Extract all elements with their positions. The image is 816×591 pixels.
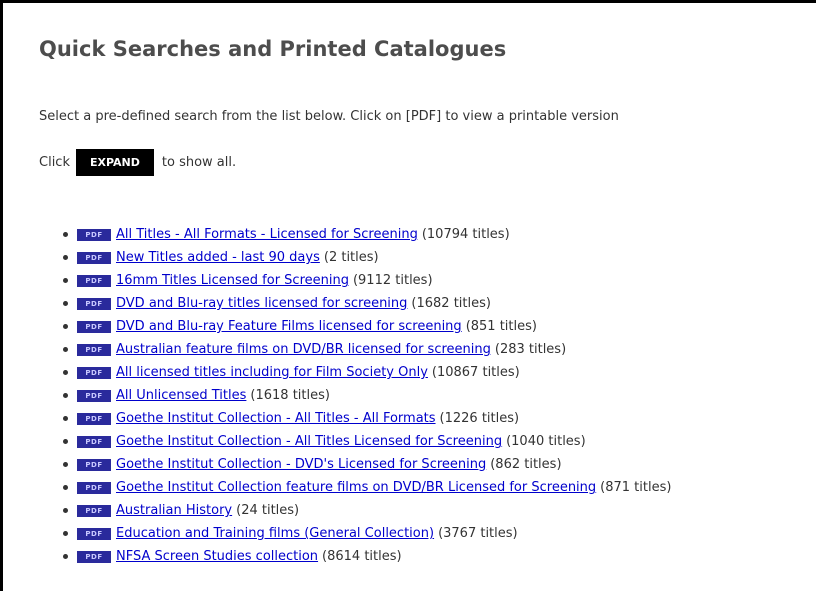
list-item: PDF New Titles added - last 90 days (2 tit… [63, 246, 671, 269]
list-item: PDF All Unlicensed Titles (1618 titles) [63, 384, 671, 407]
bullet-icon [63, 301, 68, 306]
search-link[interactable]: New Titles added - last 90 days [116, 250, 320, 265]
pdf-icon[interactable]: PDF [77, 274, 111, 287]
content-panel: Quick Searches and Printed Catalogues Se… [0, 0, 816, 591]
search-link[interactable]: Education and Training films (General Co… [116, 526, 434, 541]
pdf-icon[interactable]: PDF [77, 504, 111, 517]
search-link[interactable]: Australian feature films on DVD/BR licen… [116, 342, 491, 357]
title-count: (10867 titles) [431, 365, 520, 380]
pdf-icon[interactable]: PDF [77, 366, 111, 379]
search-link[interactable]: DVD and Blu-ray titles licensed for scre… [116, 296, 407, 311]
pdf-icon[interactable]: PDF [77, 481, 111, 494]
pdf-icon[interactable]: PDF [77, 320, 111, 333]
title-count: (871 titles) [600, 480, 672, 495]
pdf-icon[interactable]: PDF [77, 343, 111, 356]
pdf-icon[interactable]: PDF [77, 251, 111, 264]
pdf-icon[interactable]: PDF [77, 435, 111, 448]
list-item: PDF 16mm Titles Licensed for Screening (91… [63, 269, 671, 292]
search-link[interactable]: DVD and Blu-ray Feature Films licensed f… [116, 319, 462, 334]
pdf-icon[interactable]: PDF [77, 527, 111, 540]
title-count: (2 titles) [323, 250, 379, 265]
bullet-icon [63, 485, 68, 490]
list-item: PDF Goethe Institut Collection feature fi… [63, 476, 671, 499]
search-link[interactable]: All licensed titles including for Film S… [116, 365, 428, 380]
search-link[interactable]: Goethe Institut Collection feature films… [116, 480, 596, 495]
bullet-icon [63, 255, 68, 260]
bullet-icon [63, 531, 68, 536]
search-link[interactable]: Australian History [116, 503, 232, 518]
title-count: (862 titles) [490, 457, 562, 472]
search-link[interactable]: 16mm Titles Licensed for Screening [116, 273, 349, 288]
search-link[interactable]: Goethe Institut Collection - All Titles … [116, 434, 502, 449]
pdf-icon[interactable]: PDF [77, 458, 111, 471]
list-item: PDF All licensed titles including for Fil… [63, 361, 671, 384]
pdf-icon[interactable]: PDF [77, 297, 111, 310]
title-count: (851 titles) [465, 319, 537, 334]
list-item: PDF DVD and Blu-ray titles licensed for s… [63, 292, 671, 315]
list-item: PDF NFSA Screen Studies collection (8614 t… [63, 545, 671, 568]
bullet-icon [63, 508, 68, 513]
title-count: (1682 titles) [411, 296, 491, 311]
list-item: PDF All Titles - All Formats - Licensed f… [63, 223, 671, 246]
bullet-icon [63, 347, 68, 352]
title-count: (3767 titles) [438, 526, 518, 541]
title-count: (1226 titles) [439, 411, 520, 426]
intro-text: Select a pre-defined search from the lis… [39, 109, 619, 124]
search-list: PDF All Titles - All Formats - Licensed f… [63, 223, 671, 568]
bullet-icon [63, 416, 68, 421]
title-count: (1040 titles) [506, 434, 586, 449]
pdf-icon[interactable]: PDF [77, 412, 111, 425]
list-item: PDF DVD and Blu-ray Feature Films license… [63, 315, 671, 338]
list-item: PDF Education and Training films (General… [63, 522, 671, 545]
pdf-icon[interactable]: PDF [77, 389, 111, 402]
search-link[interactable]: Goethe Institut Collection - DVD's Licen… [116, 457, 486, 472]
list-item: PDF Goethe Institut Collection - DVD's Li… [63, 453, 671, 476]
title-count: (24 titles) [236, 503, 300, 518]
title-count: (1618 titles) [250, 388, 330, 403]
title-count: (8614 titles) [322, 549, 402, 564]
search-link[interactable]: Goethe Institut Collection - All Titles … [116, 411, 436, 426]
search-link[interactable]: NFSA Screen Studies collection [116, 549, 318, 564]
bullet-icon [63, 462, 68, 467]
expand-suffix: to show all. [161, 155, 237, 170]
title-count: (9112 titles) [352, 273, 433, 288]
list-item: PDF Australian History (24 titles) [63, 499, 671, 522]
expand-prefix: Click [39, 155, 70, 170]
expand-button[interactable]: EXPAND [75, 149, 154, 176]
list-item: PDF Goethe Institut Collection - All Titl… [63, 430, 671, 453]
bullet-icon [63, 393, 68, 398]
title-count: (10794 titles) [421, 227, 510, 242]
bullet-icon [63, 370, 68, 375]
pdf-icon[interactable]: PDF [77, 550, 111, 563]
bullet-icon [63, 554, 68, 559]
expand-line: Click EXPAND to show all. [39, 149, 236, 176]
search-link[interactable]: All Unlicensed Titles [116, 388, 246, 403]
bullet-icon [63, 439, 68, 444]
search-link[interactable]: All Titles - All Formats - Licensed for … [116, 227, 418, 242]
bullet-icon [63, 278, 68, 283]
title-count: (283 titles) [494, 342, 567, 357]
pdf-icon[interactable]: PDF [77, 228, 111, 241]
bullet-icon [63, 232, 68, 237]
list-item: PDF Goethe Institut Collection - All Titl… [63, 407, 671, 430]
page-title: Quick Searches and Printed Catalogues [39, 37, 507, 61]
bullet-icon [63, 324, 68, 329]
list-item: PDF Australian feature films on DVD/BR li… [63, 338, 671, 361]
